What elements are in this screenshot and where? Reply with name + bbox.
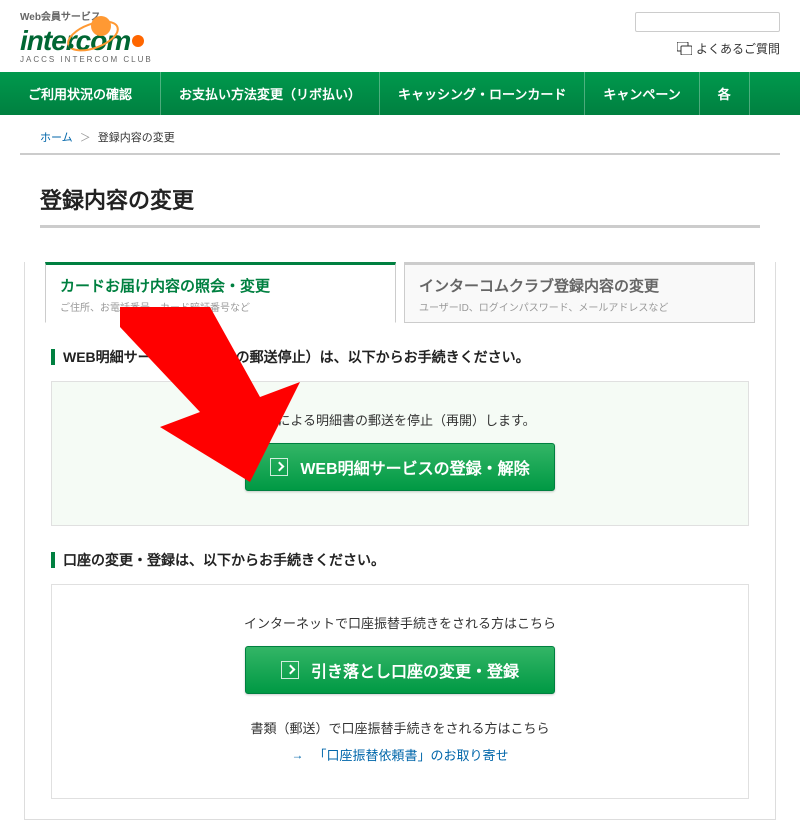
logo-subtext: JACCS INTERCOM CLUB [20, 55, 153, 64]
tab-intercom-info[interactable]: インターコムクラブ登録内容の変更 ユーザーID、ログインパスワード、メールアドレ… [404, 262, 755, 323]
breadcrumb-current: 登録内容の変更 [98, 132, 175, 144]
web-meisai-register-button[interactable]: WEB明細サービスの登録・解除 [245, 443, 555, 491]
account-sub-caption: 書類（郵送）で口座振替手続きをされる方はこちら [72, 718, 728, 737]
section-label-account: 口座の変更・登録は、以下からお手続きください。 [51, 550, 755, 570]
nav-item-payment[interactable]: お支払い方法変更（リボ払い） [161, 72, 380, 115]
breadcrumb-home[interactable]: ホーム [40, 132, 73, 144]
logo-dot-icon [132, 35, 144, 47]
section-label-web-meisai: WEB明細サービス（明細書の郵送停止）は、以下からお手続きください。 [51, 347, 755, 367]
section-web-meisai: 紙による明細書の郵送を停止（再開）します。 WEB明細サービスの登録・解除 [51, 381, 749, 526]
logo-text: intercom [20, 25, 153, 57]
search-wrap [635, 12, 780, 32]
section-account: インターネットで口座振替手続きをされる方はこちら 引き落とし口座の変更・登録 書… [51, 584, 749, 799]
arrow-right-icon: → [291, 748, 303, 762]
main-nav: ご利用状況の確認 お支払い方法変更（リボ払い） キャッシング・ローンカード キャ… [0, 72, 800, 115]
tab-desc: ご住所、お電話番号、カード暗証番号など [60, 299, 381, 314]
account-document-link[interactable]: 「口座振替依頼書」のお取り寄せ [313, 745, 508, 764]
account-document-link-row: → 「口座振替依頼書」のお取り寄せ [72, 745, 728, 764]
tab-title: インターコムクラブ登録内容の変更 [419, 275, 740, 296]
nav-item-cashing[interactable]: キャッシング・ローンカード [380, 72, 585, 115]
page-title: 登録内容の変更 [40, 183, 760, 228]
content: ホーム ＞ 登録内容の変更 登録内容の変更 カードお届け内容の照会・変更 ご住所… [0, 115, 800, 840]
header: Web会員サービス intercom JACCS INTERCOM CLUB よ… [0, 0, 800, 64]
breadcrumb: ホーム ＞ 登録内容の変更 [20, 115, 780, 155]
caption-web-meisai: 紙による明細書の郵送を停止（再開）します。 [72, 410, 728, 429]
main-area: カードお届け内容の照会・変更 ご住所、お電話番号、カード暗証番号など インターコ… [24, 262, 776, 820]
nav-item-usage[interactable]: ご利用状況の確認 [0, 72, 161, 115]
account-change-button[interactable]: 引き落とし口座の変更・登録 [245, 646, 555, 694]
logo[interactable]: Web会員サービス intercom JACCS INTERCOM CLUB [20, 8, 153, 64]
section-bar-icon [51, 349, 55, 365]
planet-icon [63, 16, 123, 56]
search-input[interactable] [635, 12, 780, 32]
caption-account: インターネットで口座振替手続きをされる方はこちら [72, 613, 728, 632]
nav-item-more[interactable]: 各 [700, 72, 750, 115]
header-right: よくあるご質問 [635, 8, 780, 57]
tab-card-info[interactable]: カードお届け内容の照会・変更 ご住所、お電話番号、カード暗証番号など [45, 262, 396, 323]
tab-title: カードお届け内容の照会・変更 [60, 275, 381, 296]
arrow-right-icon [270, 458, 288, 476]
arrow-right-icon [281, 661, 299, 679]
section-bar-icon [51, 552, 55, 568]
breadcrumb-separator: ＞ [80, 132, 91, 144]
tab-desc: ユーザーID、ログインパスワード、メールアドレスなど [419, 299, 740, 314]
faq-link[interactable]: よくあるご質問 [635, 40, 780, 57]
tabs: カードお届け内容の照会・変更 ご住所、お電話番号、カード暗証番号など インターコ… [45, 262, 755, 323]
nav-item-campaign[interactable]: キャンペーン [585, 72, 699, 115]
chat-icon [677, 42, 692, 55]
